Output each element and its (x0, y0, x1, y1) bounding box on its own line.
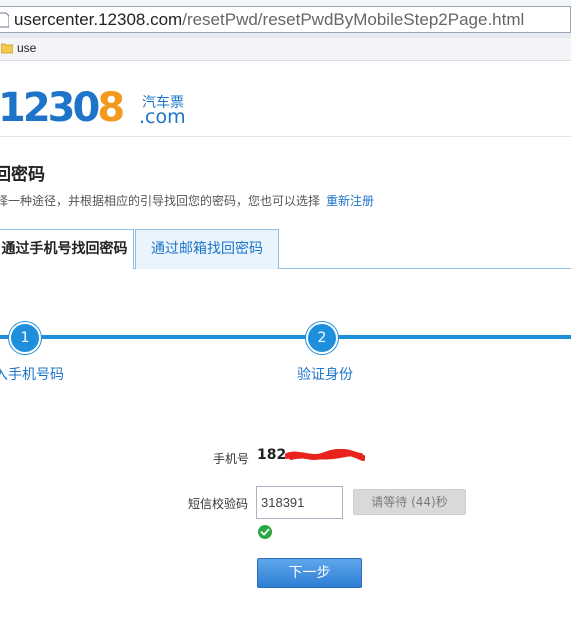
redaction-scribble (285, 449, 365, 461)
url-field[interactable]: usercenter.12308.com/resetPwd/resetPwdBy… (0, 6, 571, 33)
favorites-folder-label[interactable]: use (17, 41, 36, 55)
header-divider (0, 136, 571, 137)
phone-value: 182 (257, 447, 287, 463)
register-link[interactable]: 重新注册 (326, 194, 374, 208)
sms-code-input[interactable] (256, 486, 343, 519)
logo-digit-8: 8 (97, 85, 125, 131)
logo-digits: 12308 (0, 85, 125, 131)
favorites-bar: use (0, 38, 571, 61)
sms-code-label: 短信校验码 (188, 497, 249, 511)
url-text: usercenter.12308.com/resetPwd/resetPwdBy… (14, 10, 524, 30)
page-title: 回密码 (0, 165, 45, 185)
step-2-label: 验证身份 (297, 367, 353, 383)
step-1-circle: 1 (9, 322, 41, 354)
tab-mobile-recovery[interactable]: 通过手机号找回密码 (0, 229, 134, 269)
phone-label: 手机号 (213, 452, 250, 466)
description-text: 择一种途径，并根据相应的引导找回您的密码，您也可以选择 (0, 194, 321, 208)
progress-line (0, 335, 571, 339)
step-2-circle: 2 (306, 322, 338, 354)
site-logo[interactable]: 12308 汽车票 .com (0, 86, 200, 130)
next-step-button[interactable]: 下一步 (257, 558, 362, 588)
resend-wait-button[interactable]: 请等待 (44)秒 (353, 489, 466, 515)
logo-digits-23: 23 (22, 85, 76, 131)
tab-email-recovery[interactable]: 通过邮箱找回密码 (135, 229, 279, 269)
logo-com-text: .com (139, 106, 186, 128)
url-host: usercenter.12308.com (14, 10, 183, 29)
page-description: 择一种途径，并根据相应的引导找回您的密码，您也可以选择 重新注册 (0, 192, 374, 209)
url-path: /resetPwd/resetPwdByMobileStep2Page.html (182, 10, 525, 29)
logo-digit-0: 0 (72, 85, 101, 131)
step-1-label: 入手机号码 (0, 367, 64, 383)
logo-digit-1: 1 (0, 85, 26, 131)
page-icon (0, 12, 9, 28)
browser-address-bar: usercenter.12308.com/resetPwd/resetPwdBy… (0, 0, 571, 38)
folder-icon (1, 43, 13, 54)
check-icon (258, 525, 272, 539)
